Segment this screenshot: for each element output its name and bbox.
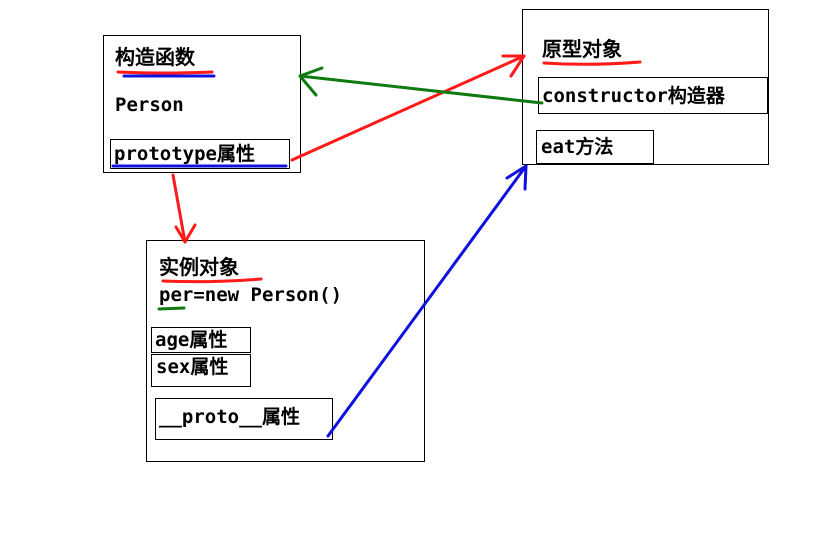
instance-title: 实例对象 [159,255,239,279]
constructor-prop-label: constructor构造器 [542,85,725,107]
green-arrow-constructor-link [298,74,544,105]
sex-prop-label: sex属性 [156,356,229,378]
prototype-title: 原型对象 [542,37,622,61]
green-arrow-constructor-head [298,66,324,97]
proto-prop-label: __proto__属性 [159,406,300,428]
red-arrow-prototype-link [290,54,526,162]
red-arrow-prototype-head [501,54,526,78]
instance-code: per=new Person() [159,284,343,306]
constructor-name: Person [115,94,184,116]
prototype-prop-label: prototype属性 [114,143,255,165]
red-arrow-instance-link [171,173,187,244]
constructor-title: 构造函数 [115,45,195,69]
blue-arrow-proto-head [505,164,528,191]
eat-method-label: eat方法 [541,136,614,158]
age-prop-label: age属性 [155,329,228,351]
